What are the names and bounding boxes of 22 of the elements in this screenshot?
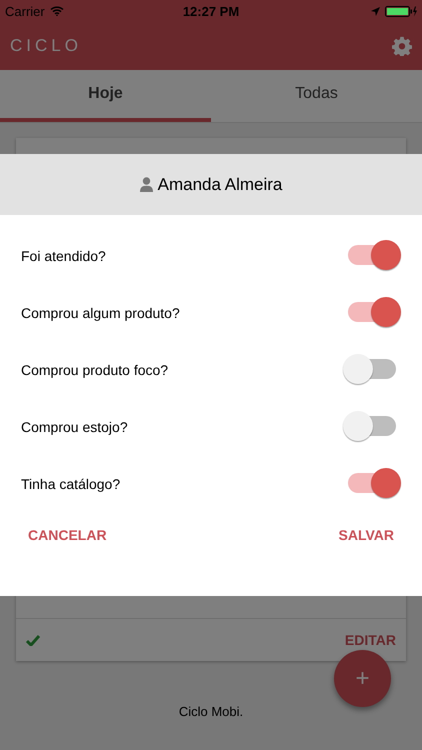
tab[interactable]: Todas: [211, 70, 422, 122]
status-time: 12:27 PM: [182, 4, 240, 18]
wifi-icon: [50, 6, 64, 16]
carrier-label: Carrier: [5, 4, 45, 18]
app-logo: CICLO: [10, 36, 82, 56]
location-icon: [371, 6, 380, 16]
tab[interactable]: Hoje: [0, 70, 211, 122]
edit-button[interactable]: EDITAR: [344, 632, 396, 648]
person-icon: [140, 177, 153, 192]
settings-icon[interactable]: [392, 36, 412, 56]
battery-icon: [385, 6, 417, 16]
footer-text: Ciclo Mobi.: [178, 704, 244, 719]
dialog-button[interactable]: CANCELAR: [18, 521, 117, 549]
question-label: Comprou estojo?: [21, 418, 128, 434]
question-label: Tinha catálogo?: [21, 476, 120, 492]
dialog-title: Amanda Almeira: [158, 174, 282, 194]
dialog-button[interactable]: SALVAR: [328, 521, 404, 549]
checkmark-icon: [26, 634, 40, 646]
question-label: Foi atendido?: [21, 248, 106, 264]
add-button[interactable]: +: [334, 650, 391, 707]
question-label: Comprou produto foco?: [21, 362, 168, 378]
question-label: Comprou algum produto?: [21, 304, 180, 320]
